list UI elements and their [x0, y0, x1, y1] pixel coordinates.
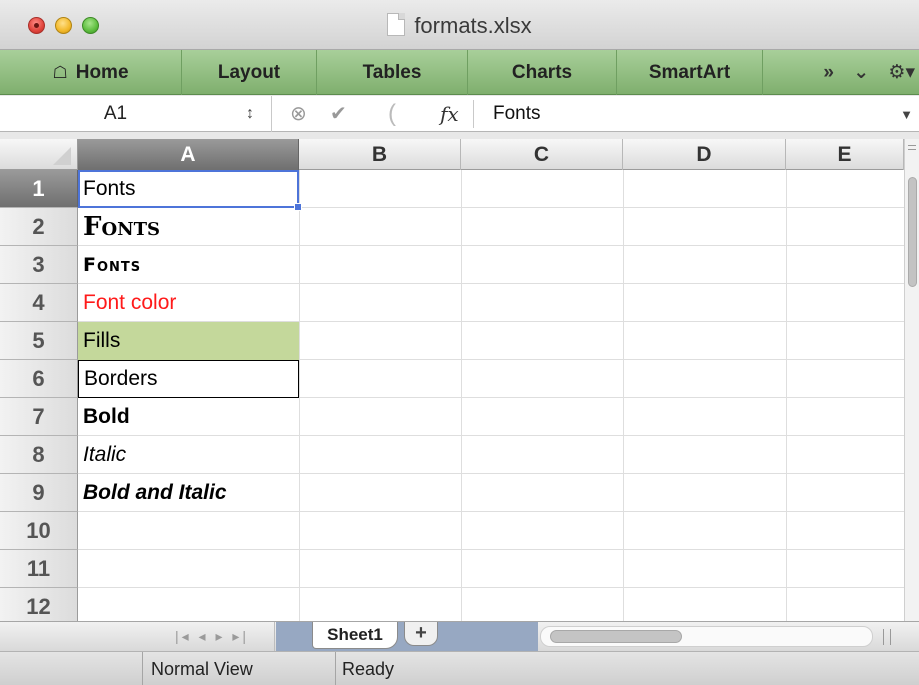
formula-separator: [473, 100, 474, 128]
row-header-2[interactable]: 2: [0, 208, 78, 246]
column-headers: A B C D E: [0, 139, 904, 170]
cell-a4[interactable]: Font color: [78, 284, 299, 322]
table-row: [78, 512, 904, 550]
confirm-formula-icon[interactable]: ✔: [330, 96, 347, 132]
gear-icon[interactable]: ⚙▾: [888, 62, 915, 83]
row-header-3[interactable]: 3: [0, 246, 78, 284]
formula-input[interactable]: Fonts: [493, 96, 541, 132]
sheet-tab-bar: |◂ ◂ ▸ ▸| Sheet1 +: [0, 621, 919, 652]
expand-formula-icon[interactable]: ▼: [900, 96, 913, 132]
vertical-scroll-thumb[interactable]: [908, 177, 917, 287]
row-header-5[interactable]: 5: [0, 322, 78, 360]
cell-a6[interactable]: Borders: [78, 360, 299, 398]
horizontal-scrollbar[interactable]: [540, 626, 873, 647]
tab-charts[interactable]: Charts: [468, 50, 617, 95]
cell-a5[interactable]: Fills: [78, 322, 299, 360]
tab-layout[interactable]: Layout: [182, 50, 317, 95]
column-header-b[interactable]: B: [299, 139, 461, 170]
table-row: [78, 588, 904, 621]
formula-bar: A1 ↕ ⊗ ✔ ( fx Fonts ▼: [0, 96, 919, 132]
overflow-chevron-icon[interactable]: »: [823, 62, 834, 83]
row-header-9[interactable]: 9: [0, 474, 78, 512]
insert-function-icon[interactable]: fx: [440, 96, 459, 132]
cell-a9[interactable]: Bold and Italic: [78, 474, 299, 512]
row-header-12[interactable]: 12: [0, 588, 78, 621]
select-all-corner[interactable]: [0, 139, 78, 170]
cell-a2[interactable]: Fonts: [78, 208, 299, 246]
name-box-stepper-icon[interactable]: ↕: [246, 96, 254, 132]
document-icon: [387, 13, 406, 36]
row-header-10[interactable]: 10: [0, 512, 78, 550]
tab-sheet1[interactable]: Sheet1: [312, 622, 398, 649]
window-title: formats.xlsx: [0, 13, 919, 39]
column-header-d[interactable]: D: [623, 139, 786, 170]
cell-a1[interactable]: Fonts: [78, 170, 299, 208]
name-box[interactable]: A1: [0, 96, 272, 132]
split-handle-icon[interactable]: [883, 629, 891, 645]
column-header-e[interactable]: E: [786, 139, 904, 170]
ribbon-tab-bar: ☖ Home Layout Tables Charts SmartArt » ⌄ …: [0, 50, 919, 95]
tab-home[interactable]: ☖ Home: [0, 50, 182, 95]
column-header-a[interactable]: A: [78, 139, 299, 170]
split-handle-icon[interactable]: [907, 139, 917, 159]
formula-builder-icon[interactable]: (: [388, 96, 396, 132]
vertical-scrollbar[interactable]: [904, 139, 919, 621]
status-view-label: Normal View: [142, 652, 336, 685]
spreadsheet-grid[interactable]: A B C D E 1 2 3 4 5 6 7 8 9 10 11 12 Fon…: [0, 139, 904, 621]
ribbon-tools: » ⌄ ⚙▾: [809, 50, 915, 95]
cell-a3[interactable]: Fonts: [78, 246, 299, 284]
row-header-7[interactable]: 7: [0, 398, 78, 436]
tab-tables[interactable]: Tables: [317, 50, 468, 95]
cell-a7[interactable]: Bold: [78, 398, 299, 436]
row-header-1[interactable]: 1: [0, 170, 78, 208]
row-header-4[interactable]: 4: [0, 284, 78, 322]
collapse-ribbon-icon[interactable]: ⌄: [853, 62, 869, 83]
title-bar: formats.xlsx: [0, 0, 919, 50]
tab-smartart[interactable]: SmartArt: [617, 50, 763, 95]
home-icon: ☖: [52, 63, 68, 82]
row-header-8[interactable]: 8: [0, 436, 78, 474]
table-row: [78, 550, 904, 588]
horizontal-scroll-thumb[interactable]: [550, 630, 682, 643]
row-header-11[interactable]: 11: [0, 550, 78, 588]
column-header-c[interactable]: C: [461, 139, 623, 170]
row-header-6[interactable]: 6: [0, 360, 78, 398]
cancel-formula-icon[interactable]: ⊗: [290, 96, 307, 132]
sheet-nav-arrows[interactable]: |◂ ◂ ▸ ▸|: [150, 622, 275, 652]
cell-a8[interactable]: Italic: [78, 436, 299, 474]
add-sheet-button[interactable]: +: [404, 622, 438, 646]
status-bar: Normal View Ready: [0, 651, 919, 685]
status-state: Ready: [342, 659, 395, 679]
